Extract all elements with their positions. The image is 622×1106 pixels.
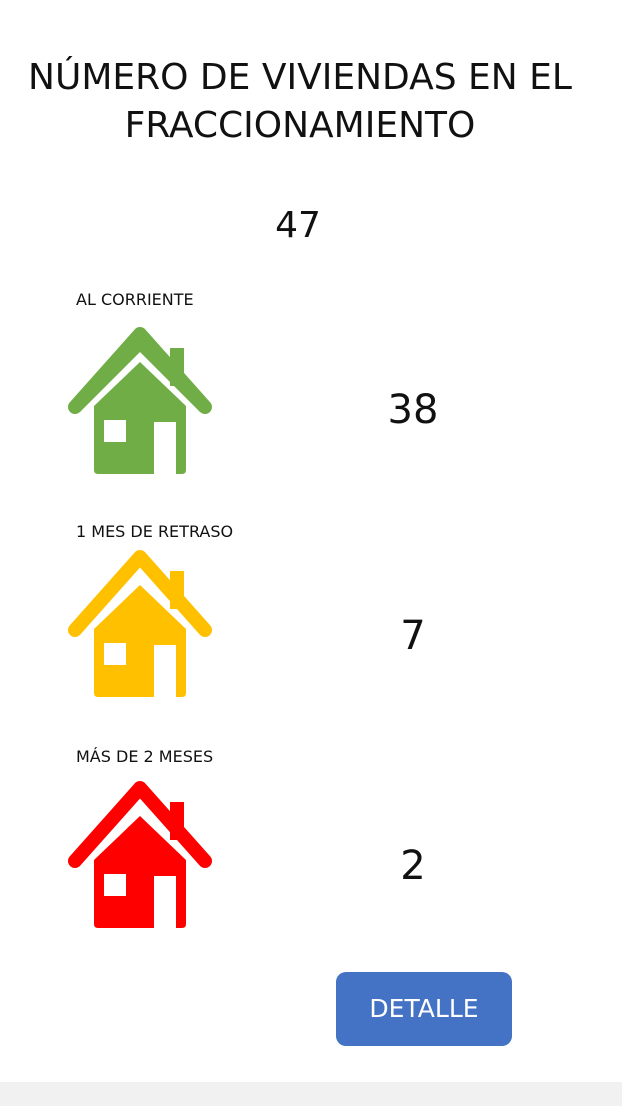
category-label-al-corriente: AL CORRIENTE: [76, 290, 194, 309]
count-mas-de-2-meses: 2: [400, 843, 426, 889]
category-label-mas-de-2-meses: MÁS DE 2 MESES: [76, 747, 214, 766]
page-title-line-1: NÚMERO DE VIVIENDAS EN EL: [28, 57, 572, 98]
detail-button[interactable]: DETALLE: [336, 972, 512, 1046]
total-housing-count: 47: [275, 205, 321, 246]
yellow-house-icon: [66, 549, 214, 697]
page-title-line-2: FRACCIONAMIENTO: [124, 105, 476, 146]
category-label-1-mes-de-retraso: 1 MES DE RETRASO: [76, 522, 234, 541]
bottom-bar: [0, 1082, 622, 1106]
page-title: NÚMERO DE VIVIENDAS EN EL FRACCIONAMIENT…: [0, 54, 600, 150]
red-house-icon: [66, 780, 214, 928]
green-house-icon: [66, 326, 214, 474]
count-al-corriente: 38: [387, 387, 439, 433]
count-1-mes-de-retraso: 7: [400, 613, 426, 659]
